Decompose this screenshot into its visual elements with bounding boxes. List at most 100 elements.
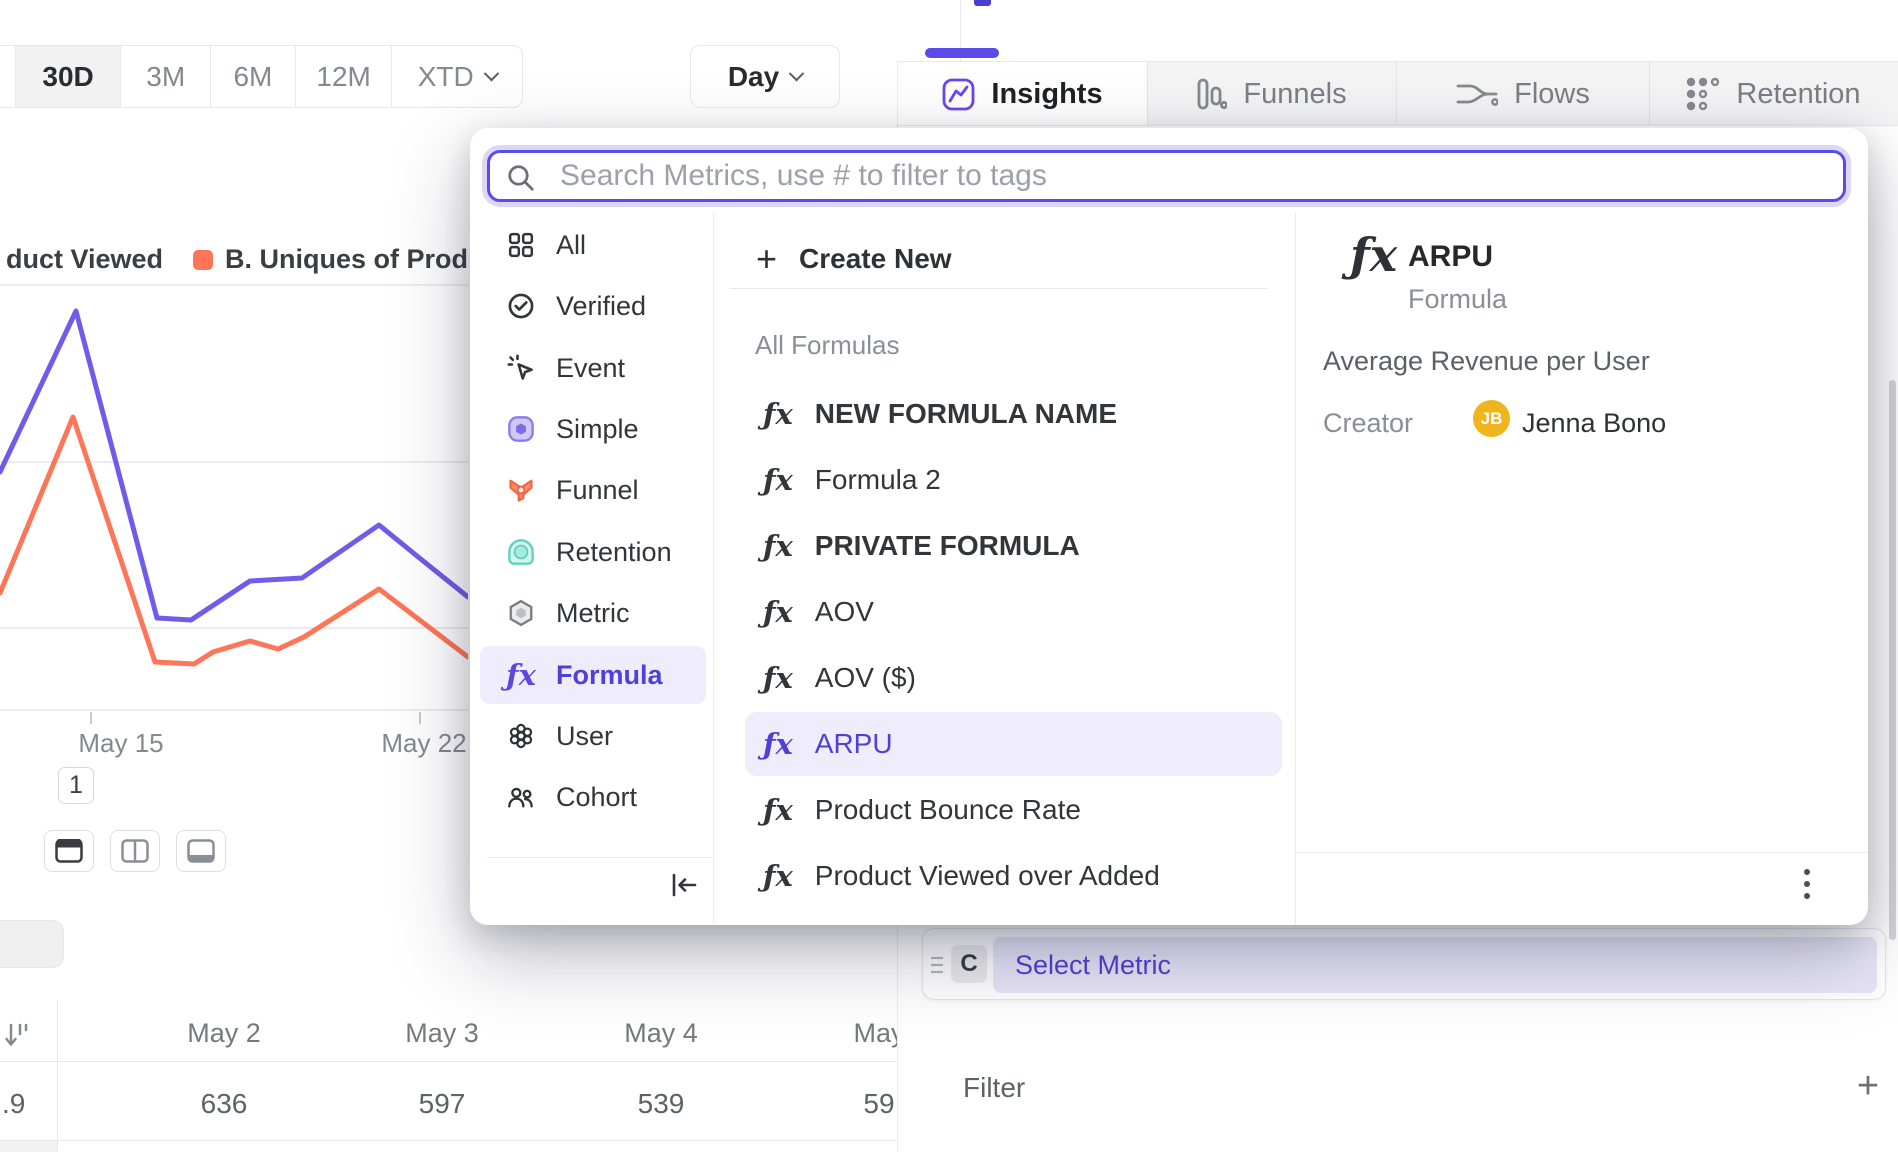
table-cell: 539	[551, 1088, 771, 1120]
fx-icon: ƒx	[763, 529, 793, 563]
cohort-people-icon	[506, 783, 536, 811]
range-button-30d[interactable]: 30D	[16, 46, 122, 107]
category-label: Event	[556, 353, 625, 384]
view-tabs: Insights Funnels Flows	[898, 62, 1898, 126]
category-all[interactable]: All	[480, 216, 706, 274]
divider	[487, 857, 713, 858]
tab-funnels[interactable]: Funnels	[1148, 62, 1397, 126]
column-header: May	[769, 1018, 897, 1049]
kebab-menu-button[interactable]	[1792, 864, 1822, 904]
category-simple[interactable]: Simple	[480, 400, 706, 458]
sort-icon[interactable]	[4, 1020, 32, 1055]
drag-handle-icon[interactable]	[929, 955, 945, 975]
flows-icon	[1456, 80, 1498, 108]
select-metric-field[interactable]: Select Metric	[993, 937, 1877, 993]
category-cohort[interactable]: Cohort	[480, 768, 706, 826]
line-chart	[0, 240, 468, 800]
formula-item[interactable]: ƒx Product Bounce Rate	[745, 778, 1282, 842]
detail-type: Formula	[1408, 284, 1507, 315]
category-event[interactable]: Event	[480, 339, 706, 397]
formula-name: AOV ($)	[815, 662, 916, 694]
layout-toggle-split-horizontal[interactable]	[44, 830, 94, 872]
category-label: Formula	[556, 660, 663, 691]
fx-icon: ƒx	[763, 397, 793, 431]
tab-insights[interactable]: Insights	[898, 62, 1148, 126]
category-verified[interactable]: Verified	[480, 277, 706, 335]
detail-description: Average Revenue per User	[1323, 346, 1650, 377]
range-button-6m[interactable]: 6M	[211, 46, 296, 107]
filter-section-label: Filter	[963, 1072, 1025, 1104]
category-label: Metric	[556, 598, 630, 629]
fx-icon-large: ƒx	[1350, 228, 1397, 282]
metric-clause-card: C Select Metric	[922, 928, 1886, 1000]
bottom-panel-icon	[187, 839, 215, 863]
scrollbar[interactable]	[1889, 380, 1896, 940]
formula-name: Formula 2	[815, 464, 941, 496]
clause-letter-chip[interactable]: C	[951, 945, 987, 983]
pagination-page-button[interactable]: 1	[58, 767, 94, 804]
range-button-12m[interactable]: 12M	[296, 46, 393, 107]
creator-name: Jenna Bono	[1522, 408, 1666, 439]
layout-toggle-split-vertical[interactable]	[110, 830, 160, 872]
formula-name: ARPU	[815, 728, 893, 760]
divider	[713, 212, 714, 925]
granularity-dropdown[interactable]: Day	[690, 45, 840, 108]
category-metric[interactable]: Metric	[480, 584, 706, 642]
grid-icon	[506, 232, 536, 258]
category-retention[interactable]: Retention	[480, 523, 706, 581]
layout-toggle-bottom-panel[interactable]	[176, 830, 226, 872]
divider	[1295, 212, 1296, 925]
range-xtd-label: XTD	[418, 61, 474, 93]
report-tab-glyph	[974, 0, 991, 6]
formula-name: PRIVATE FORMULA	[815, 530, 1080, 562]
table-cell: .9	[2, 1088, 25, 1120]
avatar: JB	[1473, 400, 1510, 437]
fx-icon: ƒx	[763, 727, 793, 761]
tab-label: Flows	[1514, 78, 1590, 111]
category-user[interactable]: User	[480, 707, 706, 765]
range-button-3m[interactable]: 3M	[121, 46, 211, 107]
split-vertical-icon	[121, 839, 149, 863]
category-formula[interactable]: ƒx Formula	[480, 646, 706, 704]
table-cell: 597	[332, 1088, 552, 1120]
metric-hexagon-icon	[506, 599, 536, 627]
x-axis-label: May 22	[364, 728, 484, 759]
formula-name: NEW FORMULA NAME	[815, 398, 1117, 430]
split-horizontal-icon	[55, 839, 83, 863]
fx-icon: ƒx	[763, 595, 793, 629]
plus-icon: +	[756, 244, 777, 274]
funnels-icon	[1197, 78, 1227, 110]
tab-label: Retention	[1736, 78, 1860, 111]
category-funnel[interactable]: Funnel	[480, 461, 706, 519]
search-input[interactable]	[560, 155, 1830, 197]
formula-item[interactable]: ƒx NEW FORMULA NAME	[745, 382, 1282, 446]
metric-search	[487, 150, 1846, 202]
range-button-partial[interactable]	[0, 46, 16, 107]
fx-icon: ƒx	[763, 859, 793, 893]
formula-item[interactable]: ƒx AOV	[745, 580, 1282, 644]
date-range-control: 30D 3M 6M 12M XTD	[0, 45, 523, 108]
tab-retention[interactable]: Retention	[1650, 62, 1897, 126]
formula-item[interactable]: ƒx Formula 2	[745, 448, 1282, 512]
range-button-xtd[interactable]: XTD	[392, 46, 522, 107]
create-new-button[interactable]: + Create New	[756, 234, 952, 284]
section-label: All Formulas	[755, 330, 899, 361]
column-header: May 3	[332, 1018, 552, 1049]
formula-item[interactable]: ƒx Product Viewed over Added	[745, 844, 1282, 908]
category-label: User	[556, 721, 613, 752]
fx-icon: ƒx	[763, 793, 793, 827]
category-label: Funnel	[556, 475, 639, 506]
add-filter-button[interactable]: +	[1846, 1064, 1890, 1108]
formula-item[interactable]: ƒx PRIVATE FORMULA	[745, 514, 1282, 578]
formula-item-selected[interactable]: ƒx ARPU	[745, 712, 1282, 776]
tab-flows[interactable]: Flows	[1397, 62, 1650, 126]
formula-item[interactable]: ƒx AOV ($)	[745, 646, 1282, 710]
divider	[730, 288, 1268, 289]
category-label: Simple	[556, 414, 639, 445]
collapse-sidebar-button[interactable]	[668, 870, 700, 900]
funnel-metric-icon	[506, 476, 536, 504]
granularity-label: Day	[728, 61, 779, 93]
formula-name: Product Bounce Rate	[815, 794, 1081, 826]
formula-fx-icon: ƒx	[506, 658, 536, 692]
event-cursor-icon	[506, 354, 536, 382]
